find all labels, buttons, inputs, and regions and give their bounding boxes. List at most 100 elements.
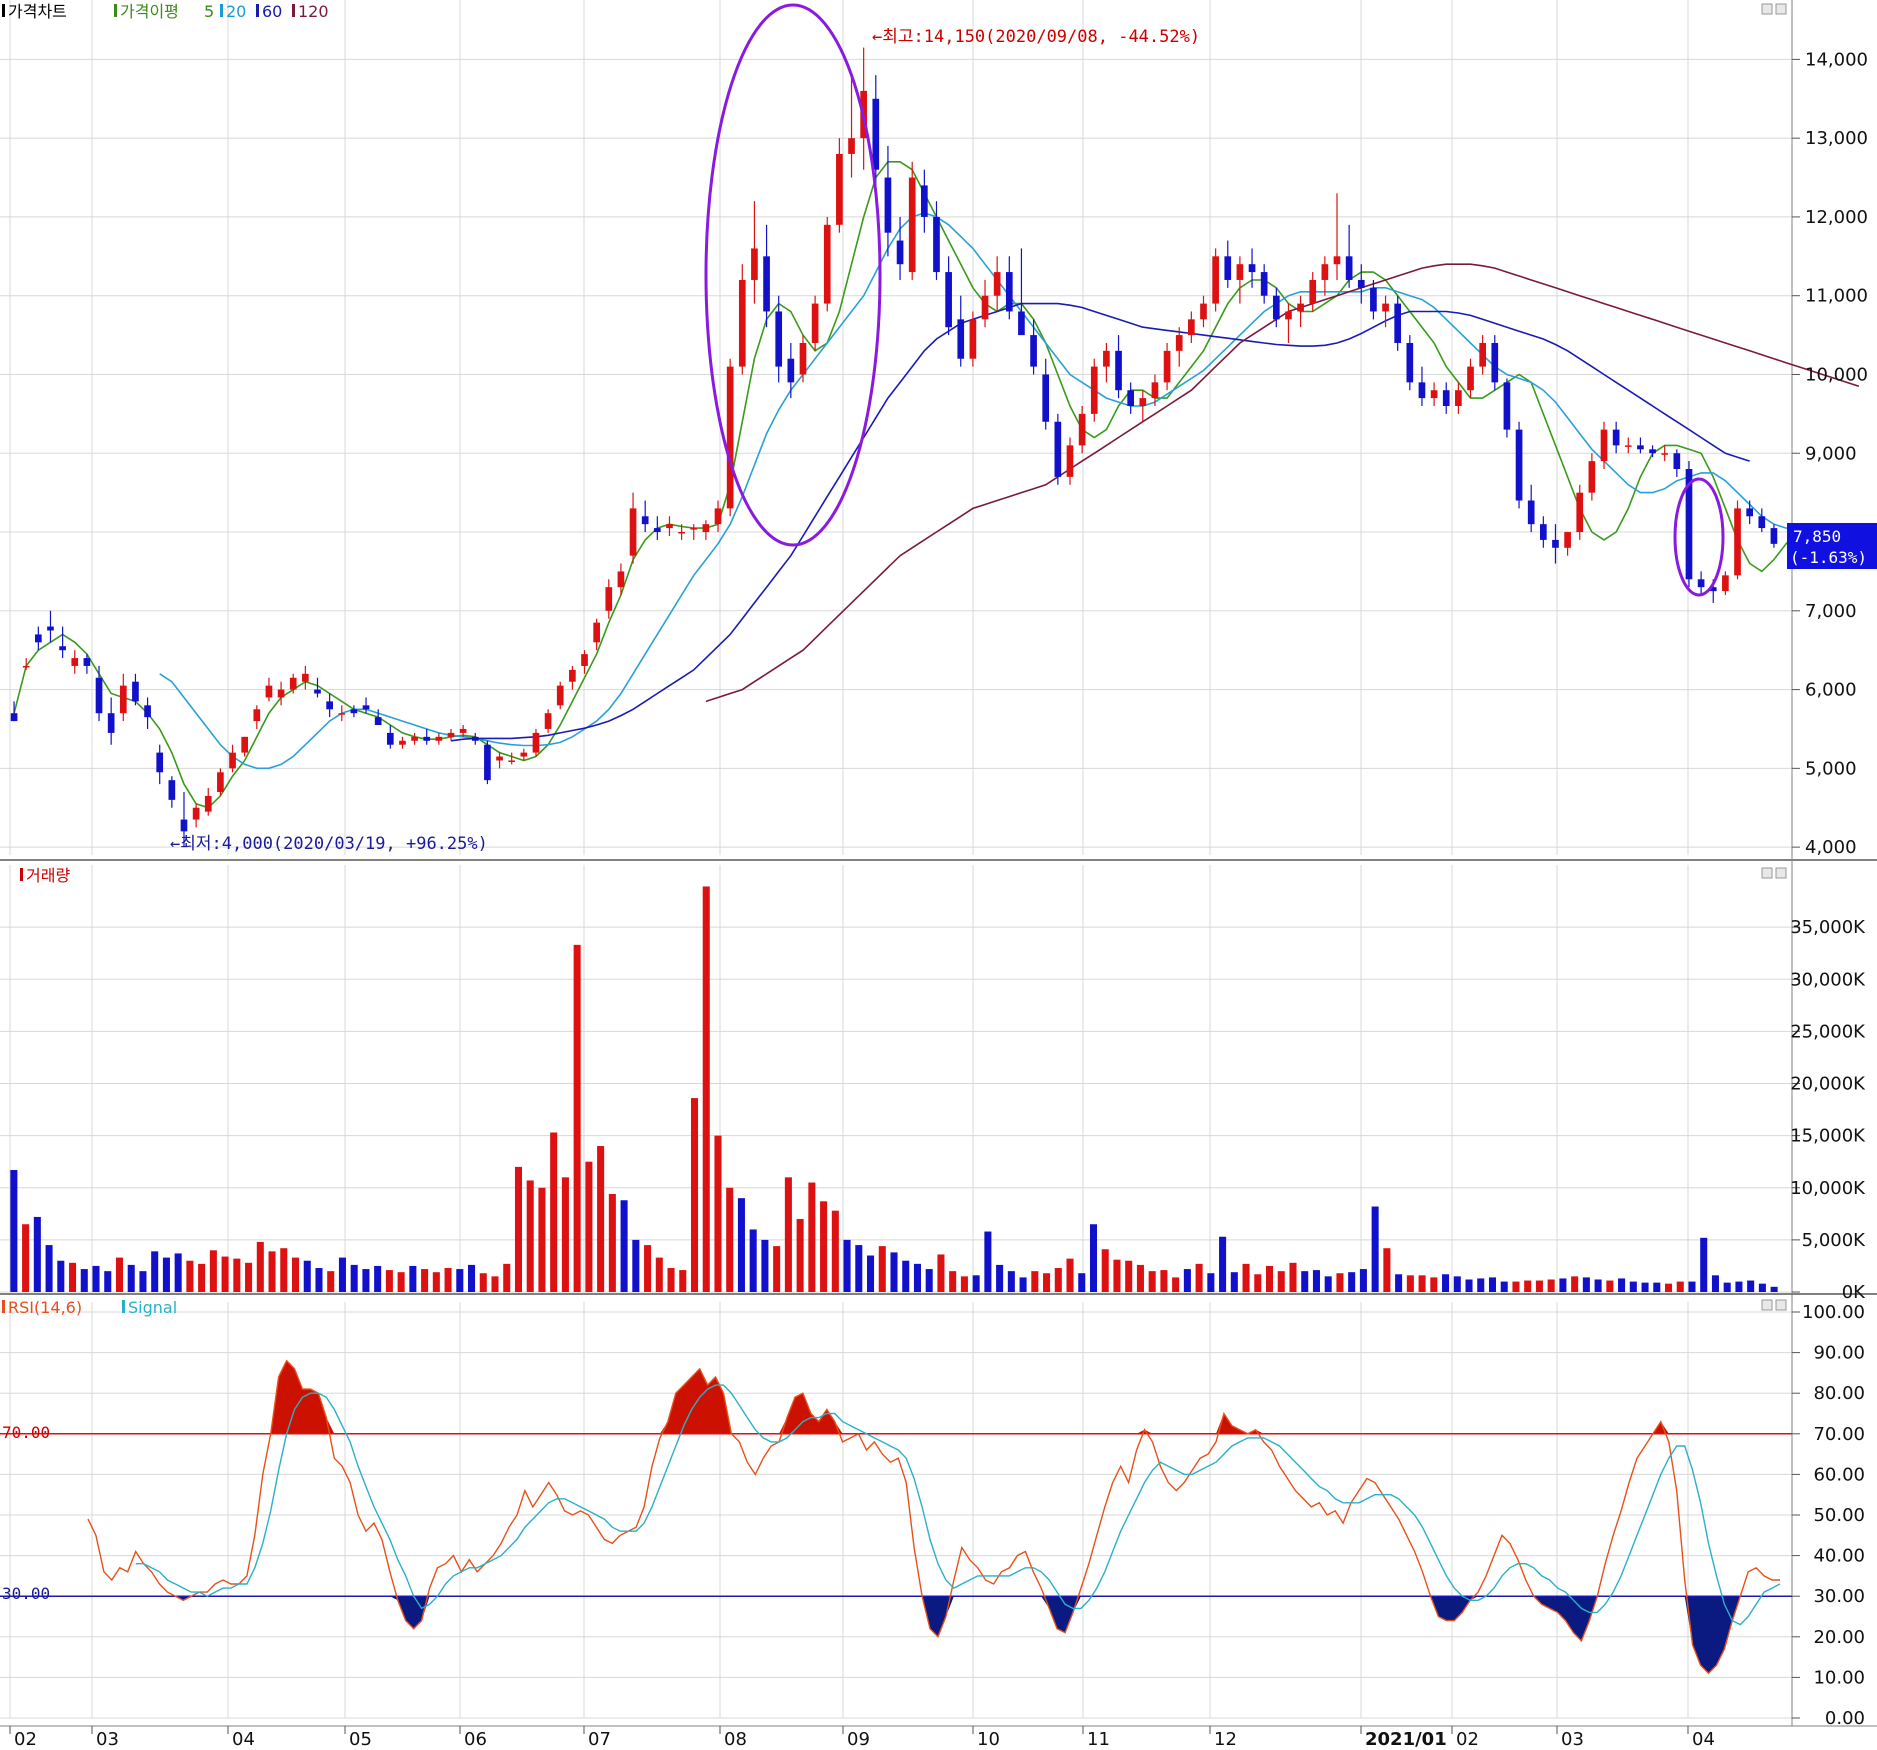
volume-y-tick-label: 10,000K [1790,1178,1866,1199]
panel-control-button [1775,867,1787,879]
axes: 02 03 04 05 06 07 08 09 10 11 12 2021/01 02 03 04 14,00… [9,49,1868,1750]
volume-bar [1453,1276,1461,1292]
volume-bar [550,1132,558,1292]
candle-body [1127,390,1135,406]
legend-marker [2,1300,5,1313]
candle-body [1588,461,1596,493]
candle-body [144,705,151,718]
candle-body [1576,492,1584,533]
volume-bar [1113,1259,1121,1292]
rsi-panel [0,1359,1792,1675]
volume-bar [221,1256,229,1292]
volume-bar [714,1135,722,1292]
volume-y-tick-label: 0K [1842,1282,1866,1303]
volume-bar [1207,1273,1215,1292]
candle-body [1260,272,1268,296]
price-y-tick-label: 14,000 [1805,49,1868,70]
volume-bar [1312,1270,1320,1292]
last-price-value: 7,850 [1793,527,1841,546]
volume-bar [1688,1281,1696,1292]
last-price-change: (-1.63%) [1790,548,1867,567]
candle-body [1649,449,1656,454]
candle-body [1600,429,1608,462]
volume-bar [209,1250,217,1292]
volume-bar [362,1269,370,1292]
candle-body [95,677,103,714]
candle-body [1285,311,1292,320]
volume-bar [1043,1273,1051,1292]
legend-marker [2,4,5,17]
candle-body [1309,279,1317,304]
volume-bar [245,1262,253,1292]
volume-bar [1148,1271,1156,1292]
volume-bar [456,1269,464,1292]
volume-bar [561,1177,569,1292]
rsi-y-tick-label: 90.00 [1813,1343,1865,1364]
candle-body [447,732,455,737]
candle-body [1564,532,1571,548]
volume-bar [737,1198,745,1292]
candle-body [253,709,261,722]
candle-body [47,626,54,631]
candle-body [302,673,309,682]
candle-body [1479,342,1486,367]
candle-body [1200,303,1207,320]
volume-bar [397,1272,405,1292]
candle-body [132,681,139,702]
rsi-y-tick-label: 0.00 [1825,1708,1865,1729]
volume-panel [10,886,1778,1292]
candle-body [544,713,552,729]
candle-body [629,508,637,556]
panel-control-button [1775,1299,1787,1311]
candle-body [981,295,989,320]
volume-bar [1324,1276,1332,1292]
volume-bar [303,1260,311,1292]
rsi-y-tick-label: 80.00 [1813,1383,1865,1404]
candle-body [921,185,928,217]
candle-body [1697,579,1705,588]
candle-body [1345,256,1353,280]
legend-label: 5 [204,2,214,21]
candle-body [884,177,892,233]
candle-body [896,240,904,265]
volume-bar [655,1257,663,1292]
volume-bar [1618,1278,1626,1292]
volume-bar [1406,1275,1414,1292]
candle-body [350,709,358,714]
volume-bar [1007,1271,1015,1292]
volume-bar [280,1248,288,1292]
candle-body [326,701,333,710]
candle-body [1491,342,1499,383]
highlight-ellipse-small [1673,477,1725,597]
legend-label: 가격이평 [120,2,179,21]
candle-body [690,528,698,530]
price-y-tick-label: 11,000 [1805,286,1868,307]
volume-bar [491,1276,499,1292]
price-y-tick-label: 7,000 [1805,601,1857,622]
candle-body [1054,421,1062,477]
volume-bar [1524,1280,1532,1292]
candle-body [1018,311,1025,336]
volume-bar [409,1265,417,1292]
candle-body [1151,382,1159,399]
x-tick-label: 04 [1692,1729,1715,1750]
volume-bar [796,1219,804,1292]
volume-bar [1230,1272,1238,1292]
legend-label: 가격차트 [8,2,67,21]
volume-bar [1606,1280,1614,1292]
price-y-tick-label: 5,000 [1805,758,1857,779]
candle-body [1770,528,1778,544]
legend-marker [220,4,223,17]
x-tick-label: 09 [847,1729,870,1750]
candle-body [787,358,795,383]
candle-body [617,571,625,588]
volume-bar [820,1201,828,1292]
candle-body [1370,287,1377,312]
candle-body [653,528,661,533]
volume-bar [1676,1281,1684,1292]
volume-bar [186,1260,194,1292]
candle-body [1139,398,1147,406]
candle-body [1746,508,1753,517]
volume-bar [1160,1270,1168,1292]
volume-bar [1371,1206,1379,1292]
